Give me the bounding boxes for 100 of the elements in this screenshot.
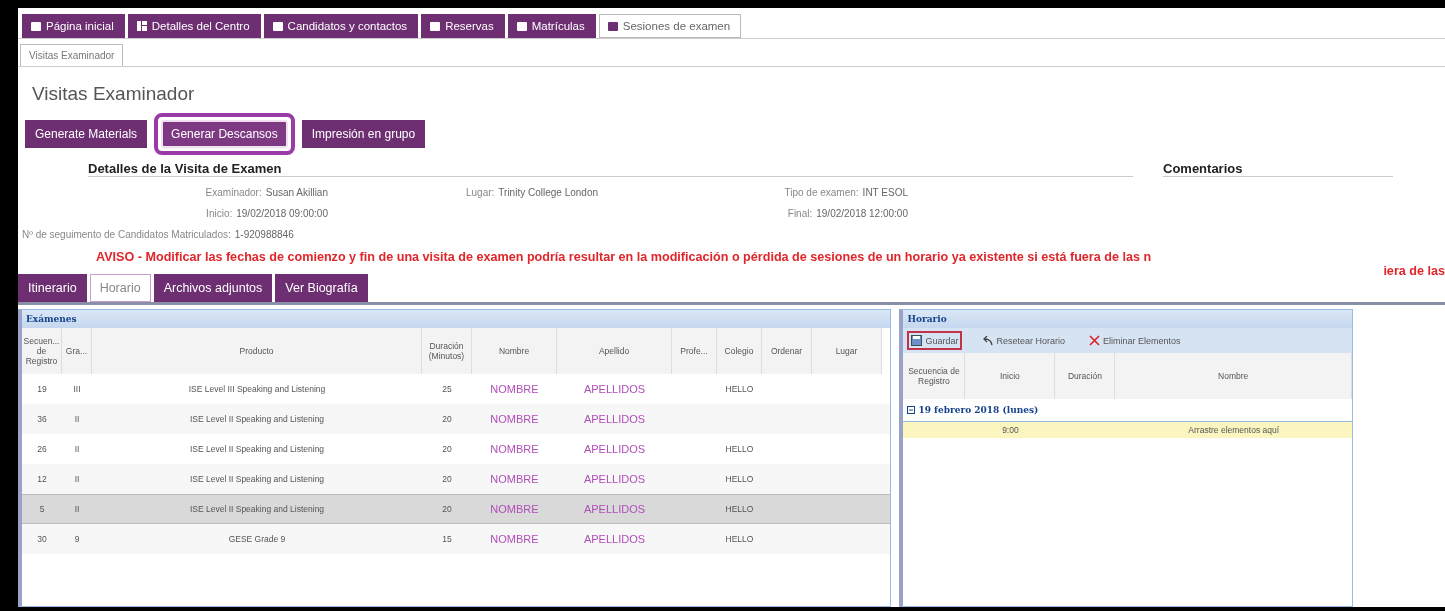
warning-text: AVISO - Modificar las fechas de comienzo y fin de una visita de examen podría resultar en la modificación o pérdida de sesiones de un horario ya existente si está fuera de las n [96, 250, 1152, 266]
table-cell-text: Arrastre elementos aquí [1187, 425, 1281, 435]
table-row[interactable]: 5 II ISE Level II Speaking and Listening 20 NOMBRE APELLIDOS HELLO [22, 494, 891, 524]
field-value: Trinity College London [498, 187, 598, 198]
table-cell-text: 12 [36, 474, 48, 484]
table-cell-text: 19 [36, 384, 48, 394]
field-label: Lugar: [465, 187, 495, 198]
table-cell-text: 9:00 [1001, 425, 1020, 435]
column-header[interactable]: Duración (Minutos) [422, 328, 472, 374]
nav-tab[interactable]: Candidatos y contactos [263, 14, 419, 38]
collapse-icon[interactable] [907, 406, 916, 414]
table-cell-text: 30 [36, 534, 48, 544]
nav-tab[interactable]: Página inicial [22, 14, 125, 38]
column-header[interactable]: Nombre [472, 328, 557, 374]
column-header[interactable]: Lugar [812, 328, 882, 374]
field-label: Nº de seguimento de Candidatos Matriculados: [22, 229, 231, 240]
table-cell-text: 20 [441, 504, 453, 514]
panel-title: Exámenes [22, 310, 891, 328]
field-value: INT ESOL [862, 187, 908, 198]
section-heading: Comentarios [1163, 161, 1244, 176]
table-cell-text: ISE Level II Speaking and Listening [188, 444, 326, 454]
field-value: 19/02/2018 12:00:00 [816, 208, 908, 219]
section-heading: Detalles de la Visita de Examen [88, 161, 283, 176]
table-cell-text: NOMBRE [489, 533, 540, 545]
table-cell-text: ISE Level II Speaking and Listening [188, 504, 326, 514]
table-cell-text: 26 [36, 444, 48, 454]
field-value: 1-920988846 [234, 229, 294, 240]
table-cell-text: III [72, 384, 82, 394]
tab[interactable]: Archivos adjuntos [153, 274, 273, 302]
table-cell-text: NOMBRE [489, 413, 540, 425]
table-cell-text: NOMBRE [489, 443, 540, 455]
toolbar-button[interactable]: Resetear Horario [978, 331, 1069, 350]
tab[interactable]: Ver Biografía [275, 274, 368, 302]
field-value: Susan Akillian [265, 187, 328, 198]
nav-tab[interactable]: Matrículas [507, 14, 596, 38]
tab[interactable]: Horario [89, 274, 151, 302]
tab[interactable]: Itinerario [18, 274, 87, 302]
grid-icon [136, 21, 147, 31]
column-header[interactable]: Duración [1055, 353, 1116, 399]
column-header[interactable]: Nombre [1115, 353, 1352, 399]
table-cell-text: 25 [441, 384, 453, 394]
table-cell-text: II [73, 474, 81, 484]
column-header[interactable]: Producto [92, 328, 422, 374]
table-row[interactable]: 30 9 GESE Grade 9 15 NOMBRE APELLIDOS HELLO [22, 524, 891, 554]
table-cell-text: NOMBRE [489, 503, 540, 515]
save-icon [911, 335, 923, 346]
action-button[interactable]: Impresión en grupo [301, 120, 426, 148]
toolbar-button[interactable]: Guardar [907, 331, 963, 350]
field-label: Tipo de examen: [784, 187, 859, 198]
table-cell-text: HELLO [724, 384, 755, 394]
column-header[interactable]: Colegio [717, 328, 762, 374]
warning-text: iera de las [1383, 264, 1445, 278]
column-header[interactable]: Inicio [965, 353, 1056, 399]
column-header[interactable]: Ordenar [762, 328, 812, 374]
table-cell-text: APELLIDOS [582, 503, 647, 515]
nav-tab[interactable]: Detalles del Centro [127, 14, 261, 38]
toolbar-button[interactable]: Eliminar Elementos [1084, 331, 1185, 350]
sub-tab[interactable]: Visitas Examinador [20, 44, 124, 66]
square-icon [430, 21, 441, 31]
table-cell-text: 20 [441, 474, 453, 484]
table-cell-text: 15 [441, 534, 453, 544]
table-cell-text: HELLO [724, 474, 755, 484]
page-title: Visitas Examinador [31, 82, 196, 105]
column-header[interactable]: Apellido [557, 328, 672, 374]
square-icon [272, 21, 283, 31]
close-icon [1088, 335, 1100, 346]
nav-tab[interactable]: Sesiones de examen [598, 14, 742, 38]
column-header[interactable]: Secuencia de Registro [903, 353, 966, 399]
column-header[interactable]: Profe... [672, 328, 717, 374]
table-cell-text: NOMBRE [489, 383, 540, 395]
square-icon [516, 21, 527, 31]
table-row[interactable]: 36 II ISE Level II Speaking and Listening 20 NOMBRE APELLIDOS [22, 404, 891, 434]
square-icon [607, 21, 618, 31]
table-cell-text: 20 [441, 444, 453, 454]
table-cell-text: HELLO [724, 504, 755, 514]
table-cell-text: APELLIDOS [582, 533, 647, 545]
table-cell-text: APELLIDOS [582, 443, 647, 455]
square-icon [31, 21, 41, 31]
action-button[interactable]: Generate Materials [25, 120, 148, 148]
table-cell-text: NOMBRE [489, 473, 540, 485]
column-header[interactable]: Secuen... de Registro [22, 328, 62, 374]
panel-title: Horario [903, 310, 1352, 328]
field-value: 19/02/2018 09:00:00 [236, 208, 328, 219]
nav-tab[interactable]: Reservas [421, 14, 505, 38]
table-cell-text: APELLIDOS [582, 473, 647, 485]
table-cell-text: HELLO [724, 534, 755, 544]
table-cell-text: APELLIDOS [582, 383, 647, 395]
group-title: 19 febrero 2018 (lunes) [918, 405, 1039, 415]
table-cell-text: II [73, 444, 81, 454]
table-cell-text: HELLO [724, 444, 755, 454]
field-label: Inicio: [206, 208, 233, 219]
table-cell-text: APELLIDOS [582, 413, 647, 425]
action-button[interactable]: Generar Descansos [161, 120, 288, 148]
column-header[interactable]: Gra... [62, 328, 92, 374]
table-cell-text: 5 [38, 504, 46, 514]
field-label: Examinador: [205, 187, 262, 198]
table-cell-text: 9 [73, 534, 81, 544]
table-cell-text: II [73, 414, 81, 424]
table-row[interactable]: 12 II ISE Level II Speaking and Listening 20 NOMBRE APELLIDOS HELLO [22, 464, 891, 494]
undo-icon [982, 335, 994, 346]
